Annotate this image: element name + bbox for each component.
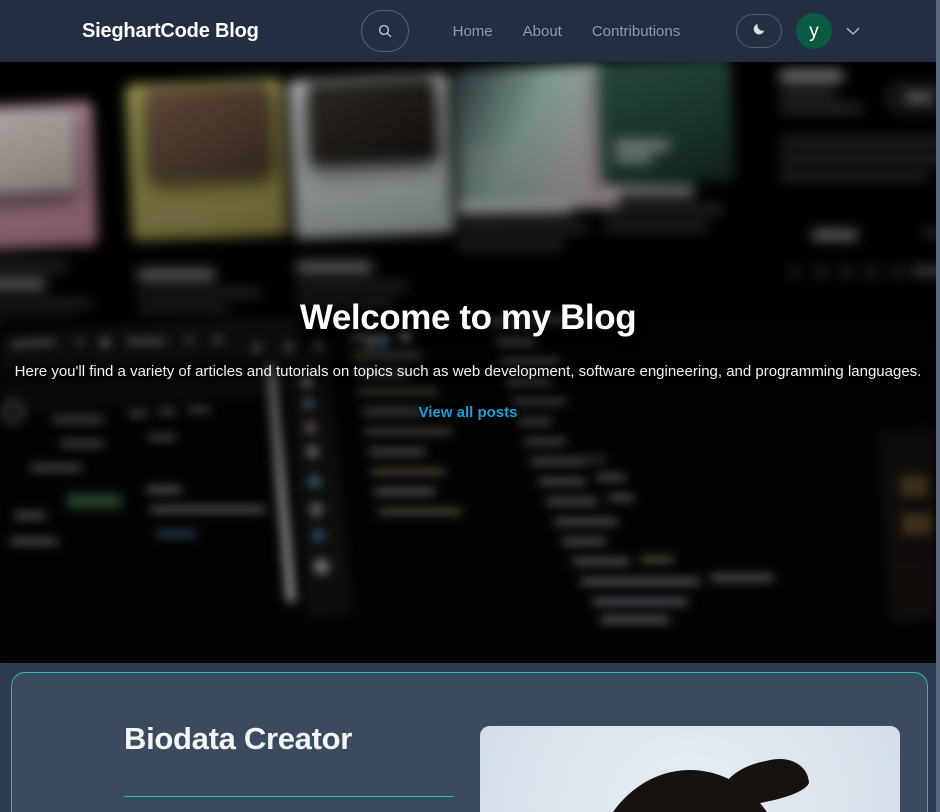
view-all-posts-link[interactable]: View all posts (419, 404, 518, 421)
avatar[interactable]: y (796, 13, 832, 49)
biodata-photo (480, 726, 900, 812)
portrait-image (480, 726, 900, 812)
theme-toggle-button[interactable] (736, 14, 782, 48)
nav-item-contributions[interactable]: Contributions (592, 23, 680, 40)
top-navbar: SieghartCode Blog Home About Contributio… (0, 0, 936, 62)
site-logo[interactable]: SieghartCode Blog (82, 20, 259, 43)
nav-links: Home About Contributions (453, 23, 681, 40)
search-icon (377, 23, 393, 39)
biodata-section: Biodata Creator (0, 663, 936, 812)
navbar-right-group: y (736, 13, 860, 49)
chevron-down-icon[interactable] (846, 27, 860, 36)
biodata-card-text: Biodata Creator (12, 673, 472, 812)
page-scrollbar[interactable] (936, 0, 940, 812)
hero-section: Welcome to my Blog Here you'll find a va… (0, 62, 936, 663)
page-title: Welcome to my Blog (299, 298, 637, 337)
nav-item-about[interactable]: About (523, 23, 562, 40)
search-button[interactable] (360, 10, 409, 52)
nav-item-home[interactable]: Home (453, 23, 493, 40)
biodata-title: Biodata Creator (124, 721, 353, 756)
hero-content: Welcome to my Blog Here you'll find a va… (0, 62, 936, 663)
hero-subtitle: Here you'll find a variety of articles a… (14, 363, 922, 380)
moon-icon (752, 21, 767, 41)
biodata-divider (124, 796, 454, 797)
biodata-card: Biodata Creator (11, 672, 928, 812)
